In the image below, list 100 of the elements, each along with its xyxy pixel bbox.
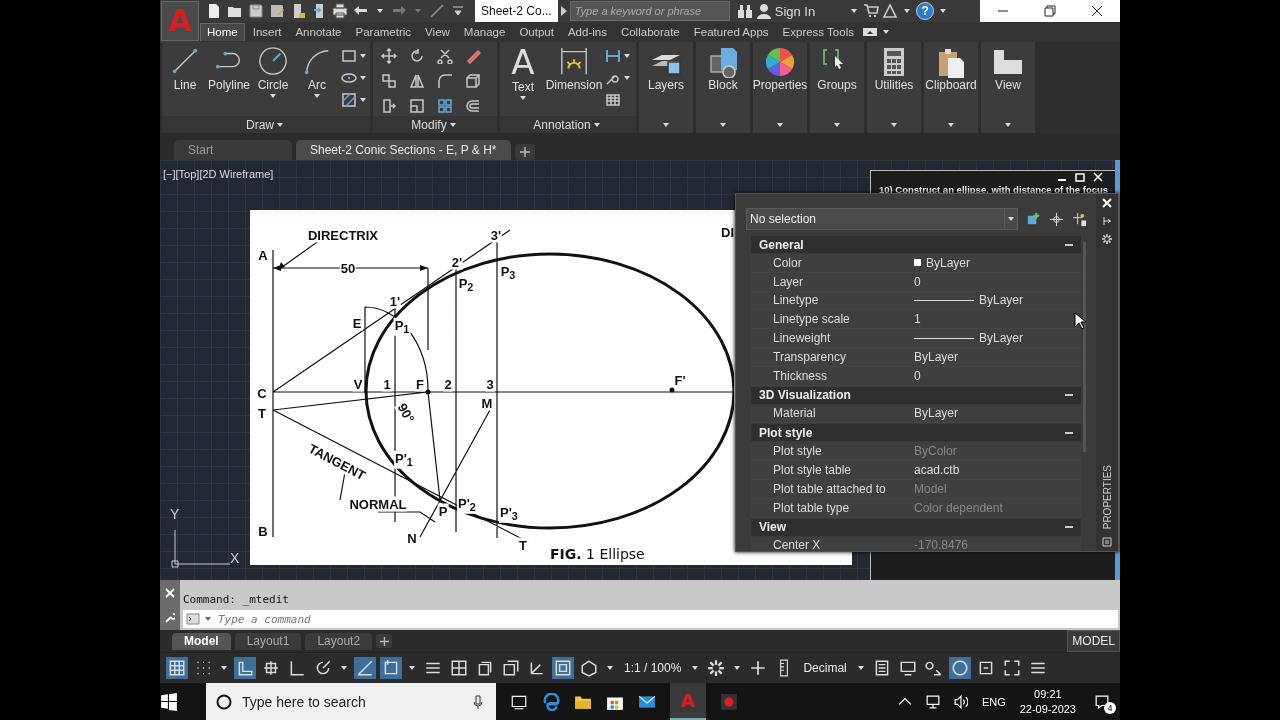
rectangle-icon[interactable] — [341, 48, 357, 64]
prompt-icon[interactable] — [186, 613, 200, 625]
mirror-icon[interactable] — [409, 73, 425, 89]
gear-icon[interactable] — [1102, 234, 1112, 244]
notification-icon[interactable] — [1095, 694, 1109, 709]
units-dropdown[interactable]: Decimal — [799, 661, 851, 675]
cart-icon[interactable] — [863, 3, 880, 19]
section-header[interactable]: Plot style — [751, 424, 1081, 442]
selection-dropdown[interactable]: No selection — [746, 208, 1018, 230]
ribbon-tab[interactable]: Annotate — [289, 23, 348, 41]
panel-toggle-icon[interactable] — [861, 27, 878, 37]
snap-square-icon[interactable] — [380, 657, 402, 679]
stretch-icon[interactable] — [381, 98, 397, 114]
ribbon-panel-button[interactable]: Groups — [810, 42, 864, 133]
palette-icon[interactable] — [1102, 537, 1112, 547]
taskbar-search-field[interactable]: Type here to search — [240, 685, 462, 718]
property-value[interactable]: ByLayer — [979, 293, 1024, 308]
new-layout-button[interactable] — [376, 634, 393, 648]
section-header[interactable]: 3D Visualization — [751, 386, 1081, 404]
file-tab[interactable]: Start — [174, 140, 292, 160]
viewport-controls[interactable]: [−][Top][2D Wireframe] — [163, 168, 274, 180]
browser-icon[interactable] — [542, 692, 560, 711]
ribbon-panel-button[interactable]: View — [981, 42, 1035, 133]
toggle-pickadd-icon[interactable] — [1072, 211, 1087, 227]
corner-icon[interactable] — [234, 657, 256, 679]
array-icon[interactable] — [437, 98, 453, 114]
frame-icon[interactable] — [552, 657, 574, 679]
ribbon-tab[interactable]: Collaborate — [614, 23, 686, 41]
ribbon-tab[interactable]: Featured Apps — [687, 23, 775, 41]
sign-in-link[interactable]: Sign In — [774, 3, 816, 19]
speaker-icon[interactable] — [953, 694, 968, 709]
property-value[interactable]: ByLayer — [979, 331, 1024, 346]
property-value[interactable]: ByLayer — [926, 255, 971, 270]
ribbon-tab[interactable]: Output — [513, 23, 560, 41]
ribbon-tool-button[interactable]: Line — [165, 46, 205, 92]
help-button[interactable]: ? — [916, 2, 935, 20]
save-as-icon[interactable] — [269, 3, 285, 19]
clock[interactable]: 09:21 22-09-2023 — [1019, 686, 1076, 717]
network-icon[interactable] — [925, 694, 940, 709]
ribbon-panel-button[interactable]: Properties — [753, 42, 807, 133]
search-field[interactable]: Type a keyword or phrase — [569, 1, 730, 21]
ribbon-panel-button[interactable]: Clipboard — [924, 42, 978, 133]
panel-title[interactable]: Draw — [246, 117, 274, 132]
layout-tab[interactable]: Layout1 — [234, 632, 302, 650]
pencil-icon[interactable] — [465, 48, 481, 64]
table-icon[interactable] — [605, 92, 621, 108]
ribbon-tab[interactable]: View — [419, 23, 456, 41]
ribbon-tab[interactable]: Add-ins — [561, 23, 613, 41]
ribbon-tab[interactable]: Express Tools — [776, 23, 860, 41]
layout-tab[interactable]: Model — [172, 632, 231, 650]
taskbar-search-box[interactable]: Type here to search — [206, 683, 496, 720]
layout-tab[interactable]: Layout2 — [305, 632, 373, 650]
ribbon-tool-button[interactable]: Polyline — [209, 46, 249, 92]
property-value[interactable]: ByLayer — [914, 406, 959, 421]
annotation-scale[interactable]: 1:1 / 100% — [620, 661, 686, 675]
scissors-icon[interactable] — [437, 48, 453, 64]
new-tab-button[interactable] — [514, 144, 535, 160]
triangle-network-icon[interactable] — [882, 3, 899, 19]
grid-icon[interactable] — [166, 657, 188, 679]
property-value[interactable]: acad.ctb — [914, 463, 960, 478]
scale-icon[interactable] — [409, 98, 425, 114]
windows-start-icon[interactable] — [160, 692, 178, 711]
microphone-icon[interactable] — [470, 693, 486, 710]
language-indicator[interactable]: ENG — [981, 695, 1006, 708]
new-file-icon[interactable] — [206, 3, 222, 19]
record-icon[interactable] — [720, 692, 738, 711]
binoculars-icon[interactable] — [736, 3, 753, 19]
quick-select-icon[interactable] — [1026, 211, 1041, 227]
globe-icon[interactable] — [948, 657, 971, 679]
ribbon-panel-button[interactable]: Utilities — [867, 42, 921, 133]
slash-icon[interactable] — [429, 3, 445, 19]
ribbon-tool-button[interactable]: Dimension — [547, 46, 601, 92]
wrench-icon[interactable] — [165, 612, 175, 623]
model-space-button[interactable]: MODEL — [1067, 630, 1120, 652]
section-header[interactable]: General — [751, 236, 1081, 253]
move-icon[interactable] — [381, 48, 397, 64]
ribbon-tab[interactable]: Insert — [246, 23, 288, 41]
ribbon-tab[interactable]: Home — [200, 23, 245, 41]
ribbon-tool-button[interactable]: Circle — [253, 46, 293, 98]
drawing-canvas[interactable] — [160, 160, 1120, 580]
hatch-icon[interactable] — [341, 92, 357, 108]
property-value[interactable]: 0 — [914, 274, 921, 289]
property-value[interactable]: ByLayer — [914, 349, 959, 364]
rotate-icon[interactable] — [409, 48, 425, 64]
ribbon-tool-button[interactable]: Arc — [297, 46, 337, 98]
cube-icon[interactable] — [465, 73, 481, 89]
caret-icon[interactable] — [560, 6, 567, 16]
close-icon[interactable] — [1090, 5, 1103, 17]
offset-icon[interactable] — [465, 98, 481, 114]
ribbon-tab[interactable]: Manage — [457, 23, 512, 41]
property-value[interactable]: 0 — [914, 368, 921, 383]
ribbon-tool-button[interactable]: A Text — [503, 46, 543, 100]
linear-dimension-icon[interactable] — [605, 48, 621, 64]
property-value[interactable]: 1 — [914, 312, 921, 327]
ribbon-tab[interactable]: Parametric — [349, 23, 418, 41]
auto-hide-icon[interactable] — [1102, 216, 1112, 226]
ellipse-icon[interactable] — [341, 70, 357, 86]
crosshair-icon[interactable] — [1049, 211, 1064, 227]
restore-icon[interactable] — [1044, 5, 1056, 17]
ribbon-panel-button[interactable]: Block — [696, 42, 750, 133]
